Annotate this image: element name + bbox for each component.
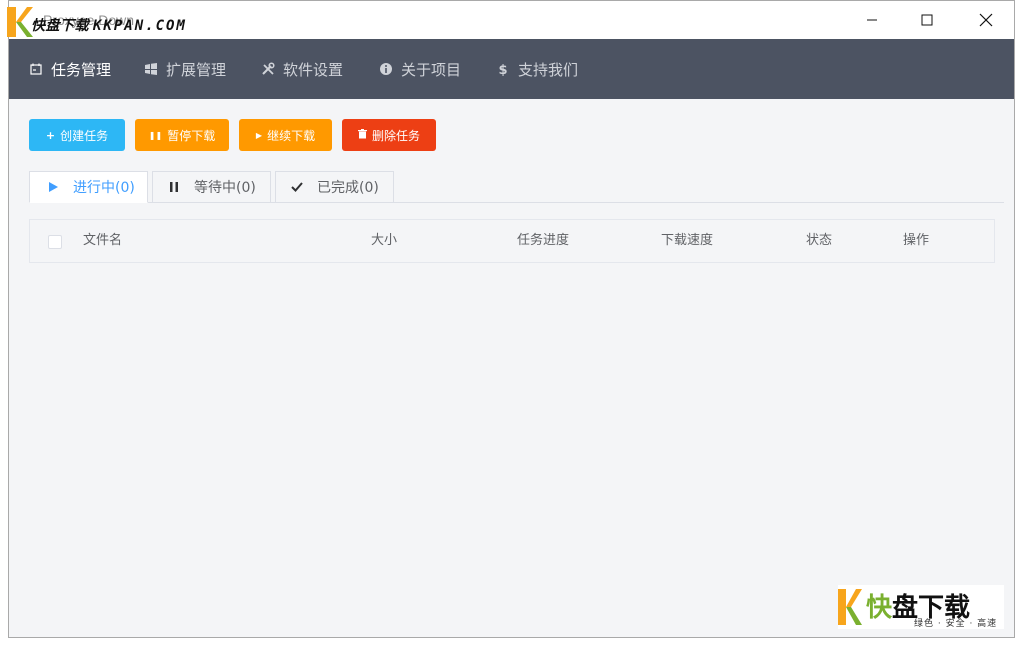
tab-label: 等待中(0) xyxy=(194,180,256,196)
column-header-progress[interactable]: 任务进度 xyxy=(517,220,569,262)
pause-download-button[interactable]: ❚❚ 暂停下载 xyxy=(135,119,229,151)
play-icon: ▶ xyxy=(255,130,263,140)
minimize-button[interactable] xyxy=(857,7,887,33)
pause-icon: ❚❚ xyxy=(148,130,163,140)
column-header-status[interactable]: 状态 xyxy=(806,220,832,262)
column-header-filename[interactable]: 文件名 xyxy=(83,220,122,262)
resume-download-button[interactable]: ▶ 继续下载 xyxy=(239,119,332,151)
info-icon xyxy=(379,62,393,76)
nav-item-label: 软件设置 xyxy=(283,60,344,79)
main-nav: 任务管理 扩展管理 软件设置 关于项目 $ 支持我们 xyxy=(9,39,1014,99)
windows-icon xyxy=(144,62,158,76)
tab-label: 进行中(0) xyxy=(73,180,135,196)
column-header-actions[interactable]: 操作 xyxy=(903,220,929,262)
create-task-label: 创建任务 xyxy=(60,128,109,143)
tab-waiting[interactable]: 等待中(0) xyxy=(152,171,271,203)
create-task-button[interactable]: + 创建任务 xyxy=(29,119,125,151)
nav-item-label: 支持我们 xyxy=(518,60,579,79)
dollar-icon: $ xyxy=(496,62,510,76)
watermark-brand: 快盘下载 xyxy=(31,18,89,34)
pause-download-label: 暂停下载 xyxy=(167,128,216,143)
plus-icon: + xyxy=(45,128,56,142)
delete-task-label: 删除任务 xyxy=(371,128,420,143)
nav-item-label: 关于项目 xyxy=(401,60,462,79)
play-icon xyxy=(46,180,60,194)
trash-icon xyxy=(357,128,367,142)
watermark-slogan: 绿色 · 安全 · 高速 xyxy=(914,619,998,629)
column-header-size[interactable]: 大小 xyxy=(371,220,397,262)
close-button[interactable] xyxy=(971,7,1001,33)
nav-item-extensions[interactable]: 扩展管理 xyxy=(144,39,226,99)
resume-download-label: 继续下载 xyxy=(267,128,316,143)
watermark-domain: KKPAN.COM xyxy=(93,18,187,34)
calendar-icon xyxy=(29,62,43,76)
maximize-icon xyxy=(921,14,933,26)
kkpan-k-logo-icon xyxy=(838,589,862,625)
watermark-text: 快盘下载 KKPAN.COM xyxy=(31,15,187,35)
tab-completed[interactable]: 已完成(0) xyxy=(275,171,394,203)
tab-in-progress[interactable]: 进行中(0) xyxy=(29,171,148,203)
app-window: Proxyee Down 快盘下载 KKPAN.COM 任务管理 扩展管理 软件… xyxy=(7,0,1015,638)
tab-label: 已完成(0) xyxy=(317,180,379,196)
tools-icon xyxy=(261,62,275,76)
pause-icon xyxy=(167,180,181,194)
check-icon xyxy=(290,180,304,194)
nav-item-label: 扩展管理 xyxy=(166,60,227,79)
close-icon xyxy=(979,13,993,27)
nav-item-task-manager[interactable]: 任务管理 xyxy=(29,39,111,99)
minimize-icon xyxy=(867,19,877,21)
nav-item-about[interactable]: 关于项目 xyxy=(379,39,461,99)
kkpan-logo-icon xyxy=(7,7,33,37)
task-table-header: 文件名 大小 任务进度 下载速度 状态 操作 xyxy=(29,219,995,263)
title-bar[interactable]: Proxyee Down 快盘下载 KKPAN.COM xyxy=(7,1,1014,39)
svg-text:$: $ xyxy=(498,63,507,76)
delete-task-button[interactable]: 删除任务 xyxy=(342,119,436,151)
kkpan-watermark: 快盘下载 绿色 · 安全 · 高速 xyxy=(838,585,1004,629)
nav-item-settings[interactable]: 软件设置 xyxy=(261,39,343,99)
maximize-button[interactable] xyxy=(912,7,942,33)
select-all-checkbox[interactable] xyxy=(48,235,62,249)
nav-item-support[interactable]: $ 支持我们 xyxy=(496,39,578,99)
nav-item-label: 任务管理 xyxy=(51,60,112,79)
column-header-speed[interactable]: 下载速度 xyxy=(661,220,713,262)
watermark-title-part1: 快 xyxy=(866,593,893,623)
